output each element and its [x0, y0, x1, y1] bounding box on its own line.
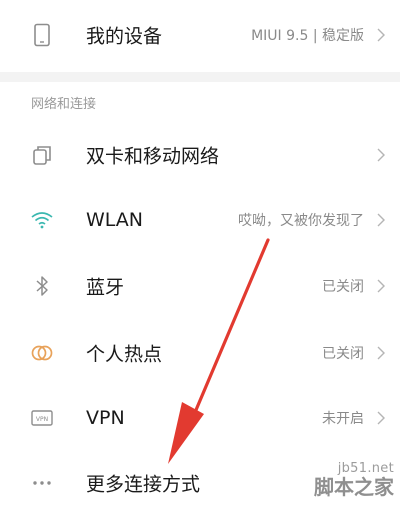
my-device-version: MIUI 9.5 | 稳定版: [251, 28, 364, 44]
sim-cards-icon: [30, 143, 54, 167]
bluetooth-title: 蓝牙: [86, 276, 125, 299]
vpn-title: VPN: [86, 407, 125, 429]
chevron-right-icon: [377, 28, 385, 42]
bluetooth-status: 已关闭: [322, 279, 364, 295]
bluetooth-icon: [30, 274, 54, 298]
phone-icon: [30, 23, 54, 47]
wlan-title: WLAN: [86, 209, 144, 231]
bluetooth-row[interactable]: 蓝牙 已关闭: [0, 255, 400, 317]
chevron-right-icon: [377, 411, 385, 425]
vpn-status: 未开启: [322, 411, 364, 427]
section-divider: [0, 72, 400, 82]
wifi-icon: [30, 208, 54, 232]
watermark-url: jb51.net: [337, 461, 394, 476]
hotspot-title: 个人热点: [86, 343, 163, 366]
my-device-row[interactable]: 我的设备 MIUI 9.5 | 稳定版: [0, 4, 400, 66]
more-connections-title: 更多连接方式: [86, 473, 201, 496]
dual-sim-row[interactable]: 双卡和移动网络: [0, 124, 400, 186]
chevron-right-icon: [377, 346, 385, 360]
hotspot-icon: [30, 341, 54, 365]
section-label-network: 网络和连接: [31, 97, 97, 112]
dual-sim-title: 双卡和移动网络: [86, 145, 220, 168]
watermark: jb51.net 脚本之家: [314, 461, 394, 499]
vpn-icon: VPN: [30, 406, 54, 430]
hotspot-status: 已关闭: [322, 346, 364, 362]
my-device-title: 我的设备: [86, 25, 163, 48]
vpn-row[interactable]: VPN VPN 未开启: [0, 387, 400, 449]
wlan-row[interactable]: WLAN 哎呦，又被你发现了: [0, 189, 400, 251]
more-dots-icon: [30, 471, 54, 495]
chevron-right-icon: [377, 148, 385, 162]
chevron-right-icon: [377, 213, 385, 227]
wlan-network-name: 哎呦，又被你发现了: [238, 213, 364, 229]
hotspot-row[interactable]: 个人热点 已关闭: [0, 322, 400, 384]
vpn-icon-text: VPN: [36, 416, 48, 423]
watermark-name: 脚本之家: [314, 475, 394, 499]
chevron-right-icon: [377, 279, 385, 293]
